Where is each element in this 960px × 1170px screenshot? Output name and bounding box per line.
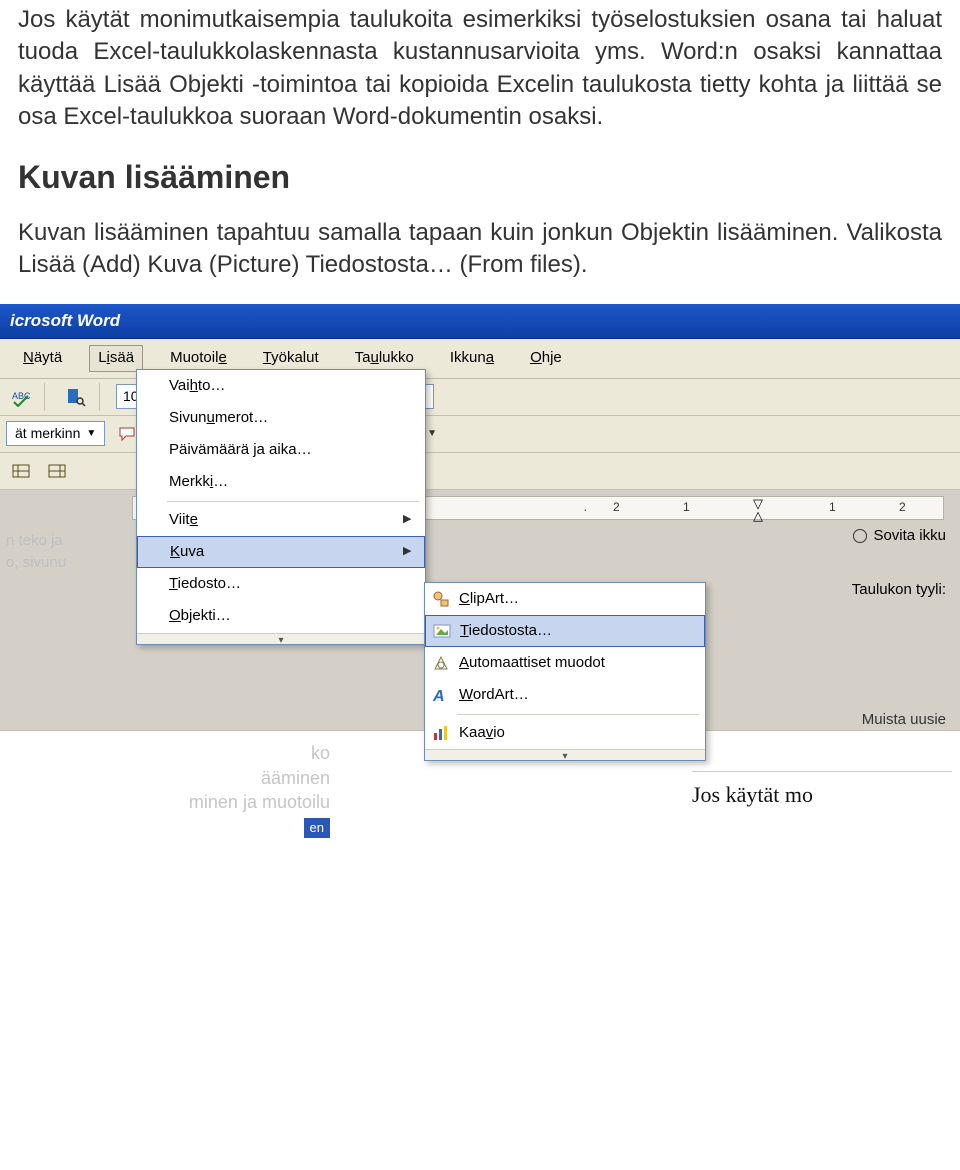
word-screenshot: icrosoft Word NNäytääytä Lisää Muotoile …: [0, 304, 960, 843]
submenu-kuva: ClipArt… Tiedostosta… Automaattiset muod…: [424, 582, 706, 761]
spellcheck-icon[interactable]: ABC: [6, 383, 36, 411]
left-text-fragment: n teko ja o, sivunu: [0, 490, 132, 731]
chart-icon: [425, 723, 457, 743]
menu-item-viite[interactable]: Viite▶: [137, 504, 425, 536]
sovita-label: Sovita ikku: [873, 526, 946, 546]
research-icon[interactable]: [61, 383, 91, 411]
menu-item-paivamaara[interactable]: Päivämäärä ja aika…: [137, 434, 425, 466]
track-changes-combo[interactable]: ät merkinn ▼: [6, 421, 105, 446]
title-bar: icrosoft Word: [0, 304, 960, 340]
menu-dropdown-lisaa: Vaihto… Sivunumerot… Päivämäärä ja aika……: [136, 369, 426, 645]
doc-content-fragment: Jos käytät mo: [680, 731, 960, 842]
document-text: Jos käytät monimutkaisempia taulukoita e…: [0, 0, 960, 282]
ghost-line-1: n teko ja: [6, 530, 126, 553]
menu-lisaa[interactable]: Lisää: [89, 345, 143, 371]
menu-nayta[interactable]: NNäytääytä: [14, 345, 71, 371]
menu-item-kuva[interactable]: Kuva▶: [137, 536, 425, 568]
menu-item-merkki[interactable]: Merkki…: [137, 466, 425, 498]
menu-item-vaihto[interactable]: Vaihto…: [137, 370, 425, 402]
menu-item-objekti[interactable]: Objekti…: [137, 600, 425, 632]
submenu-item-wordart[interactable]: A WordArt…: [425, 679, 705, 711]
menu-ikkuna[interactable]: Ikkuna: [441, 345, 503, 371]
outline-item-badge: en: [304, 818, 330, 838]
wordart-icon: A: [425, 685, 457, 705]
menu-item-sivunumerot[interactable]: Sivunumerot…: [137, 402, 425, 434]
table-right-icon[interactable]: [42, 457, 72, 485]
submenu-item-clipart[interactable]: ClipArt…: [425, 583, 705, 615]
radio-icon: [853, 529, 867, 543]
paragraph-1: Jos käytät monimutkaisempia taulukoita e…: [18, 4, 942, 134]
expand-chevron-icon[interactable]: ▾: [425, 749, 705, 760]
menu-item-tiedosto[interactable]: Tiedosto…: [137, 568, 425, 600]
clipart-icon: [425, 589, 457, 609]
expand-chevron-icon[interactable]: ▾: [137, 633, 425, 644]
chevron-down-icon: ▼: [86, 427, 96, 441]
table-left-icon[interactable]: [6, 457, 36, 485]
submenu-item-autoshapes[interactable]: Automaattiset muodot: [425, 647, 705, 679]
submenu-item-tiedostosta[interactable]: Tiedostosta…: [425, 615, 705, 647]
ghost-line-2: o, sivunu: [6, 552, 126, 575]
submenu-item-kaavio[interactable]: Kaavio: [425, 717, 705, 749]
svg-text:A: A: [432, 688, 445, 705]
from-file-icon: [426, 621, 458, 641]
outline-fragment: ko ääminen minen ja muotoilu en: [0, 731, 340, 842]
paragraph-2: Kuvan lisääminen tapahtuu samalla tapaan…: [18, 217, 942, 282]
track-label: ät merkinn: [15, 424, 80, 443]
autoshapes-icon: [425, 653, 457, 673]
app-title: icrosoft Word: [10, 311, 120, 330]
svg-text:ABC: ABC: [12, 391, 31, 401]
heading-kuvan-lisaaminen: Kuvan lisääminen: [18, 156, 942, 199]
menu-ohje[interactable]: Ohje: [521, 345, 571, 371]
